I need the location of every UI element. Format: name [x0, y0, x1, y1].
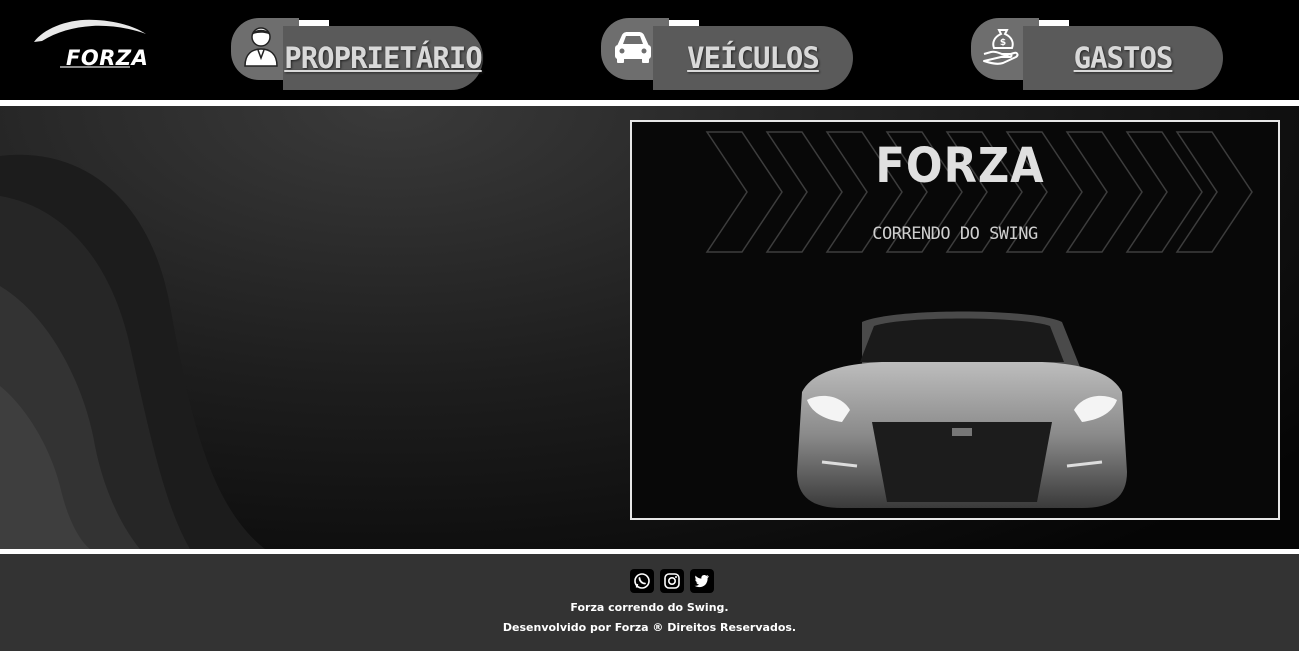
- nav-proprietario[interactable]: PROPRIETÁRIO: [231, 18, 486, 90]
- social-links: [630, 569, 714, 593]
- car-icon: [615, 32, 651, 63]
- nav-proprietario-pill[interactable]: PROPRIETÁRIO: [283, 26, 483, 90]
- logo-text: FORZA: [66, 46, 149, 70]
- sports-car-image: [797, 311, 1127, 508]
- banner-title: FORZA: [875, 138, 1045, 194]
- money-hand-icon: $: [983, 29, 1019, 65]
- site-footer: Forza correndo do Swing. Desenvolvido po…: [0, 554, 1299, 651]
- nav-proprietario-label: PROPRIETÁRIO: [284, 41, 483, 75]
- hero-section: FORZA CORRENDO DO SWING: [0, 106, 1299, 549]
- nav-gastos-label: GASTOS: [1073, 41, 1174, 75]
- twitter-icon[interactable]: [690, 569, 714, 593]
- whatsapp-icon[interactable]: [630, 569, 654, 593]
- instagram-icon[interactable]: [660, 569, 684, 593]
- nav-gastos-pill[interactable]: GASTOS: [1023, 26, 1223, 90]
- nav-veiculos-label: VEÍCULOS: [687, 41, 820, 75]
- site-header: FORZA PROPRIETÁRIO VEÍCULOS GASTOS $: [0, 0, 1299, 100]
- hero-banner: FORZA CORRENDO DO SWING: [630, 120, 1280, 520]
- footer-copyright: Desenvolvido por Forza ® Direitos Reserv…: [502, 621, 797, 634]
- svg-text:$: $: [1000, 38, 1006, 48]
- footer-tagline: Forza correndo do Swing.: [570, 601, 729, 614]
- nav-gastos[interactable]: GASTOS $: [971, 18, 1226, 90]
- decorative-waves: [0, 154, 265, 549]
- banner-subtitle: CORRENDO DO SWING: [872, 224, 1038, 244]
- owner-icon: [244, 27, 278, 67]
- nav-veiculos[interactable]: VEÍCULOS: [601, 18, 856, 90]
- nav-veiculos-pill[interactable]: VEÍCULOS: [653, 26, 853, 90]
- forza-logo[interactable]: FORZA: [30, 14, 150, 76]
